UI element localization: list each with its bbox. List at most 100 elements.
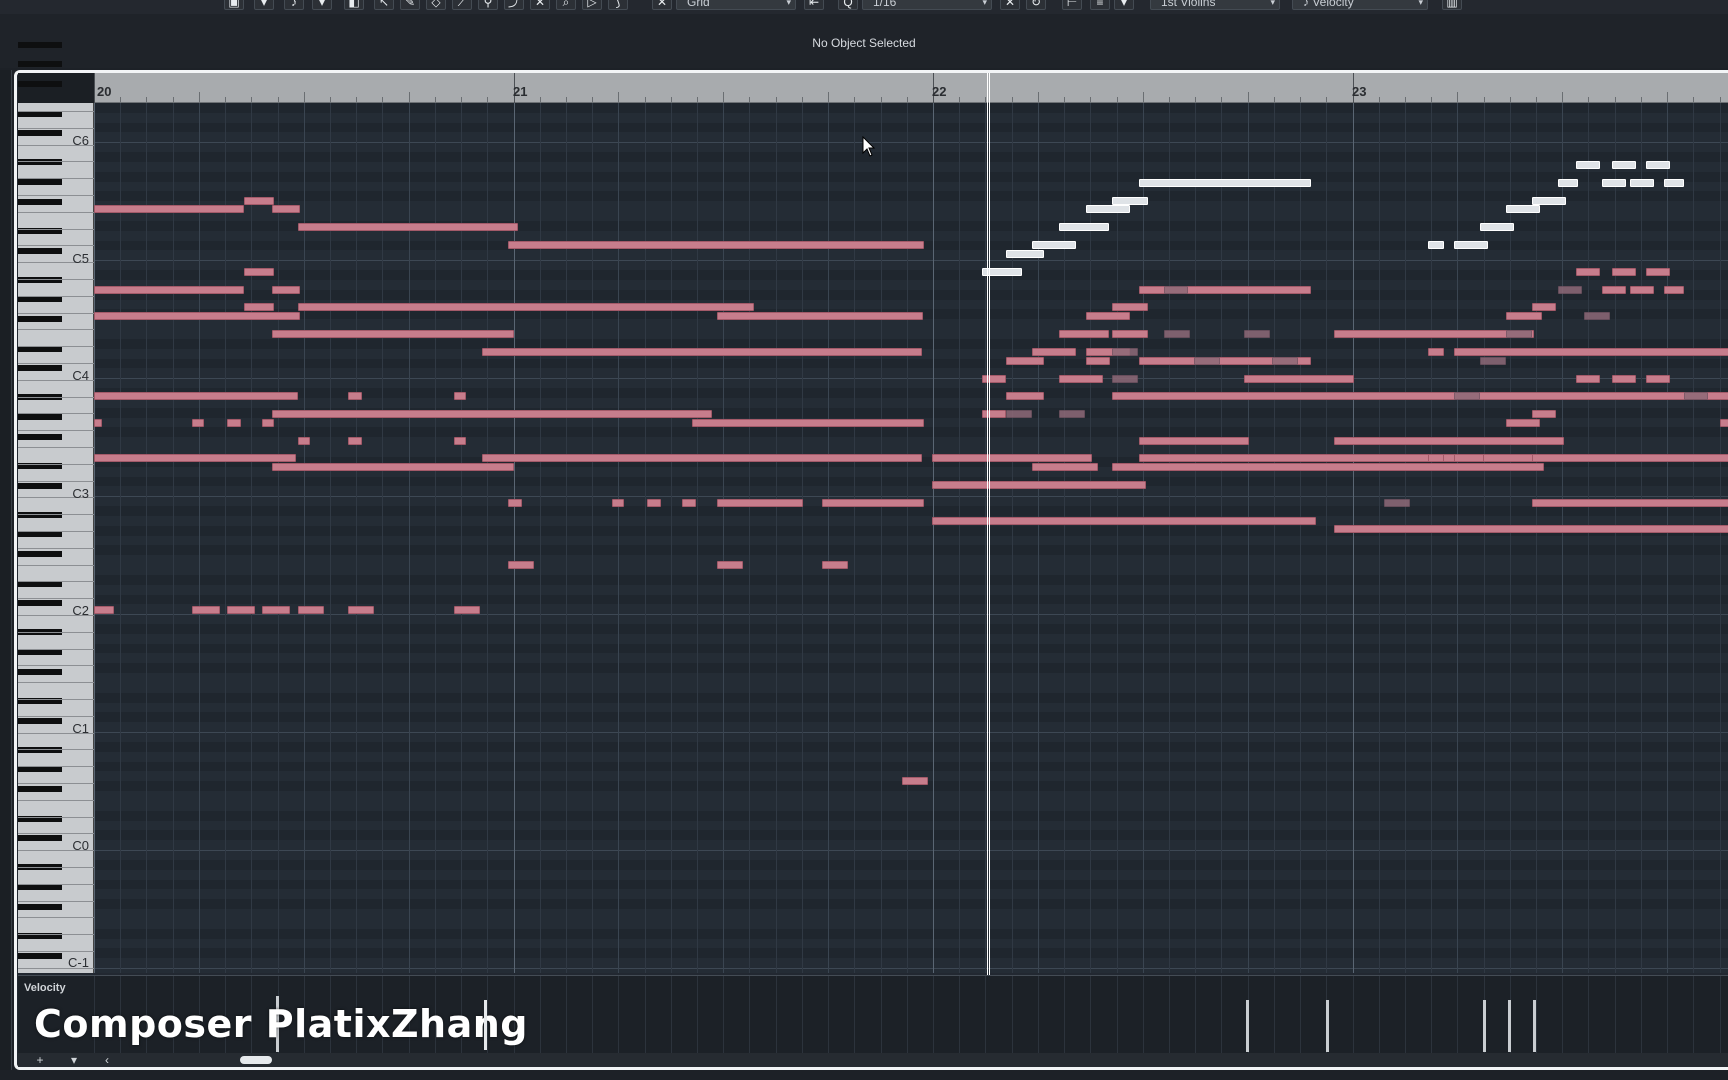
lane-menu-button[interactable]: ▾ <box>64 1053 84 1067</box>
selected-midi-note[interactable] <box>1506 205 1540 213</box>
midi-note[interactable] <box>1032 348 1076 356</box>
midi-note[interactable] <box>1612 268 1636 276</box>
mute-tool-icon[interactable]: ✕ <box>530 0 550 10</box>
velocity-bar[interactable] <box>1483 1000 1486 1052</box>
black-key[interactable] <box>18 81 62 88</box>
piano-keyboard[interactable]: C6 C5 C4 C3 C2 C1 C0 C-1 <box>18 41 94 973</box>
midi-note[interactable] <box>227 606 255 614</box>
midi-note[interactable] <box>1334 525 1728 533</box>
midi-note[interactable] <box>272 463 514 471</box>
black-key[interactable] <box>18 482 62 489</box>
midi-note[interactable] <box>272 330 514 338</box>
midi-note[interactable] <box>932 454 1092 462</box>
midi-note[interactable] <box>1086 312 1130 320</box>
midi-note[interactable] <box>94 392 298 400</box>
midi-note[interactable] <box>902 777 928 785</box>
midi-note[interactable] <box>1532 303 1556 311</box>
selected-midi-note[interactable] <box>1032 241 1076 249</box>
midi-note[interactable] <box>94 606 114 614</box>
quantize-apply-icon[interactable]: ⇤ <box>804 0 824 10</box>
scroll-left-button[interactable]: ‹ <box>100 1053 114 1067</box>
midi-note[interactable] <box>1612 375 1636 383</box>
muted-midi-note[interactable] <box>1480 357 1506 365</box>
midi-note[interactable] <box>94 419 102 427</box>
midi-note[interactable] <box>94 205 244 213</box>
midi-note[interactable] <box>1532 410 1556 418</box>
midi-note[interactable] <box>244 303 274 311</box>
black-key[interactable] <box>18 316 62 323</box>
midi-note[interactable] <box>1576 375 1600 383</box>
black-key[interactable] <box>18 835 62 842</box>
selected-midi-note[interactable] <box>1664 179 1684 187</box>
muted-midi-note[interactable] <box>1454 392 1480 400</box>
midi-note[interactable] <box>682 499 696 507</box>
midi-note[interactable] <box>1576 268 1600 276</box>
black-key[interactable] <box>18 130 62 137</box>
midi-note[interactable] <box>348 392 362 400</box>
midi-note[interactable] <box>1506 312 1542 320</box>
black-key[interactable] <box>18 531 62 538</box>
iterative-quantize-icon[interactable]: ✕ <box>1000 0 1020 10</box>
midi-note[interactable] <box>692 419 924 427</box>
midi-note[interactable] <box>1059 330 1109 338</box>
chevron-down-icon[interactable]: ▾ <box>312 0 332 10</box>
draw-tool-icon[interactable]: ✎ <box>400 0 420 10</box>
velocity-bar[interactable] <box>1246 1000 1249 1052</box>
midi-note[interactable] <box>1006 392 1044 400</box>
note-grid[interactable] <box>94 103 1728 973</box>
add-lane-button[interactable]: + <box>30 1053 50 1067</box>
midi-note[interactable] <box>822 561 848 569</box>
midi-note[interactable] <box>94 312 300 320</box>
black-key[interactable] <box>18 766 62 773</box>
midi-note[interactable] <box>298 303 754 311</box>
black-key[interactable] <box>18 952 62 959</box>
selected-midi-note[interactable] <box>1558 179 1578 187</box>
midi-note[interactable] <box>982 375 1006 383</box>
black-key[interactable] <box>18 433 62 440</box>
selected-midi-note[interactable] <box>1454 241 1488 249</box>
selected-midi-note[interactable] <box>1602 179 1626 187</box>
zoom-tool-icon[interactable]: ⌕ <box>556 0 576 10</box>
midi-note[interactable] <box>482 348 922 356</box>
black-key[interactable] <box>18 61 62 68</box>
muted-midi-note[interactable] <box>1164 330 1190 338</box>
midi-note[interactable] <box>1720 419 1728 427</box>
black-key[interactable] <box>18 413 62 420</box>
midi-note[interactable] <box>244 197 274 205</box>
midi-note[interactable] <box>982 410 1006 418</box>
midi-note[interactable] <box>1454 348 1728 356</box>
muted-midi-note[interactable] <box>1506 330 1532 338</box>
black-key[interactable] <box>18 178 62 185</box>
midi-note[interactable] <box>1112 392 1728 400</box>
black-key[interactable] <box>18 365 62 372</box>
midi-note[interactable] <box>298 606 324 614</box>
midi-note[interactable] <box>454 437 466 445</box>
midi-note[interactable] <box>272 410 712 418</box>
black-key[interactable] <box>18 903 62 910</box>
velocity-bar[interactable] <box>1533 1000 1536 1052</box>
color-menu-icon[interactable]: ≡ <box>1090 0 1110 10</box>
muted-midi-note[interactable] <box>1194 357 1220 365</box>
black-key[interactable] <box>18 717 62 724</box>
black-key[interactable] <box>18 600 62 607</box>
muted-midi-note[interactable] <box>1164 286 1188 294</box>
midi-note[interactable] <box>1532 454 1728 462</box>
midi-note[interactable] <box>348 606 374 614</box>
muted-midi-note[interactable] <box>1112 348 1138 356</box>
velocity-bar[interactable] <box>1326 1000 1329 1052</box>
glue-tool-icon[interactable]: ⤴ <box>504 0 524 10</box>
loop-icon[interactable]: ↻ <box>1026 0 1046 10</box>
midi-note[interactable] <box>1139 437 1249 445</box>
muted-midi-note[interactable] <box>1558 286 1582 294</box>
black-key[interactable] <box>18 786 62 793</box>
selected-midi-note[interactable] <box>1086 205 1130 213</box>
selected-midi-note[interactable] <box>1112 197 1148 205</box>
step-input-icon[interactable]: ⊢ <box>1062 0 1082 10</box>
midi-note[interactable] <box>262 606 290 614</box>
black-key[interactable] <box>18 198 62 205</box>
selected-midi-note[interactable] <box>1006 250 1044 258</box>
midi-note[interactable] <box>717 312 923 320</box>
midi-note[interactable] <box>1112 330 1148 338</box>
midi-note[interactable] <box>717 499 803 507</box>
black-key[interactable] <box>18 551 62 558</box>
